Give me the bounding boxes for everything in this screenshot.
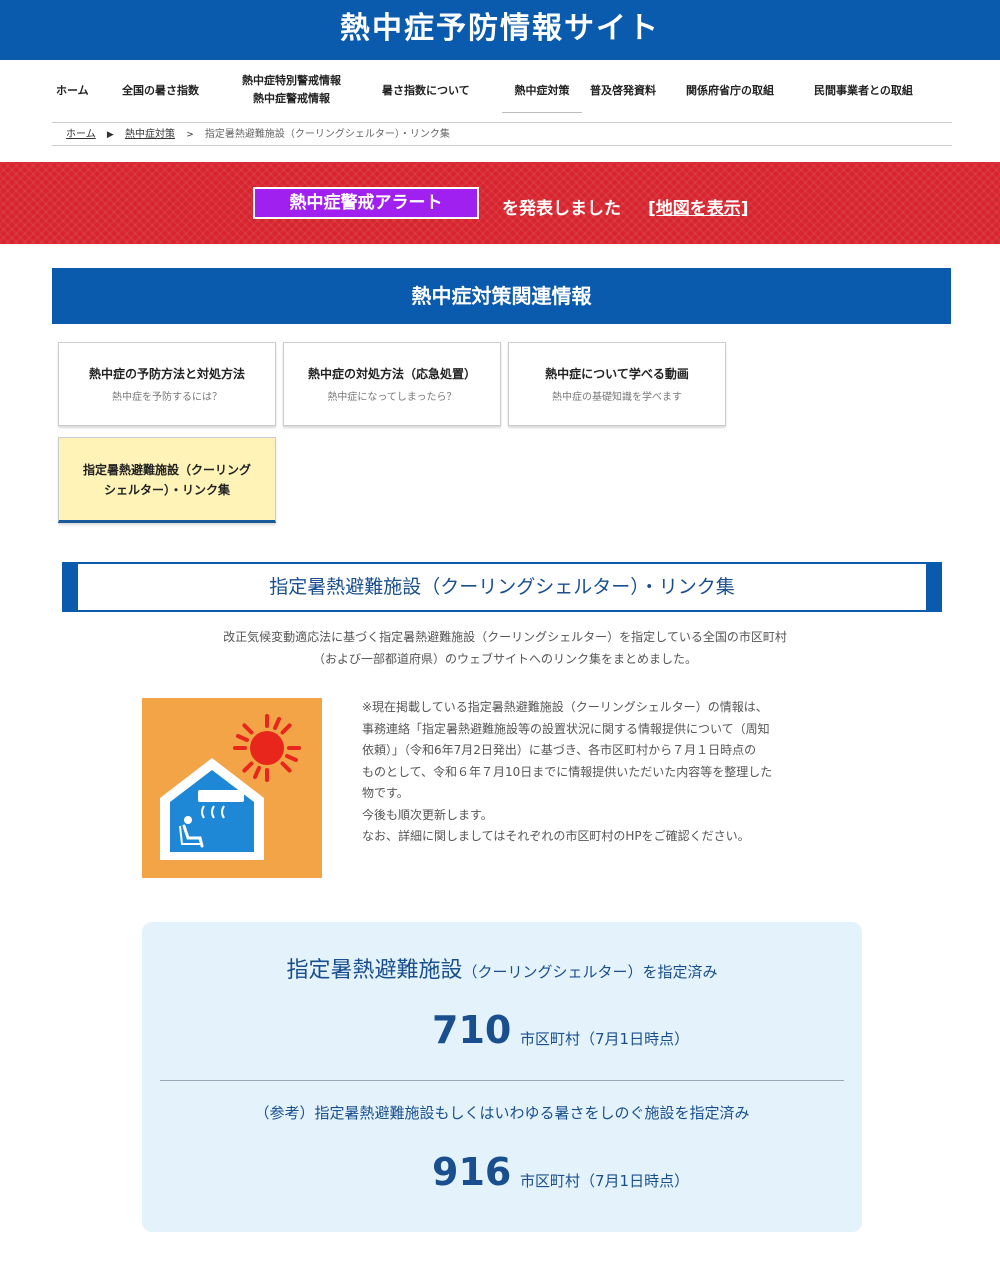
card-videos[interactable]: 熱中症について学べる動画 熱中症の基礎知識を学べます	[508, 342, 726, 426]
nav-heatstroke-measures[interactable]: 熱中症対策	[502, 82, 582, 113]
card-title-line2: シェルター）・リンク集	[103, 483, 230, 497]
cooling-shelter-illustration	[160, 714, 301, 860]
breadcrumb-separator: >	[186, 130, 194, 140]
card-title: 指定暑熱避難施設（クーリング シェルター）・リンク集	[59, 460, 275, 500]
breadcrumb-parent[interactable]: 熱中症対策	[125, 129, 175, 140]
card-title: 熱中症について学べる動画	[545, 367, 689, 381]
notes-line: 事務連絡「指定暑熱避難施設等の設置状況に関する情報提供について（周知	[362, 721, 770, 736]
stats-heading-reference: （参考）指定暑熱避難施設もしくはいわゆる暑さをしのぐ施設を指定済み	[254, 1104, 750, 1122]
nav-private-sector[interactable]: 民間事業者との取組	[814, 82, 913, 100]
stats-unit-reference: 市区町村（7月1日時点）	[520, 1172, 690, 1190]
nav-home[interactable]: ホーム	[56, 82, 89, 100]
notes-line: ものとして、令和６年７月10日までに情報提供いただいた内容等を整理した	[362, 764, 773, 779]
notes-line: なお、詳細に関しましてはそれぞれの市区町村のHPをご確認ください。	[362, 829, 750, 843]
card-subtitle: 熱中症になってしまったら？	[327, 392, 457, 403]
breadcrumb: ホーム ▶ 熱中症対策 > 指定暑熱避難施設（クーリングシェルター）・リンク集	[52, 122, 952, 146]
breadcrumb-home[interactable]: ホーム	[66, 129, 96, 140]
stats-panel: 指定暑熱避難施設（クーリングシェルター）を指定済み 710 市区町村（7月1日時…	[142, 922, 862, 1232]
nav-national-wbgt[interactable]: 全国の暑さ指数	[122, 82, 199, 100]
alert-band	[0, 162, 1000, 244]
section-title: 熱中症対策関連情報	[52, 268, 951, 324]
stats-heading-main: 指定暑熱避難施設	[286, 958, 463, 983]
card-title: 熱中症の対処方法（応急処置）	[307, 367, 476, 381]
alert-announced-text: を発表しました	[502, 199, 621, 219]
breadcrumb-current: 指定暑熱避難施設（クーリングシェルター）・リンク集	[204, 129, 450, 140]
card-prevention[interactable]: 熱中症の予防方法と対処方法 熱中症を予防するには？	[58, 342, 276, 426]
intro-line: （および一部都道府県）のウェブサイトへのリンク集をまとめました。	[312, 652, 697, 666]
nav-ministries[interactable]: 関係府省庁の取組	[686, 82, 774, 100]
stats-heading-designated: 指定暑熱避難施設（クーリングシェルター）を指定済み	[142, 952, 862, 984]
page-subheading: 指定暑熱避難施設（クーリングシェルター）・リンク集	[62, 562, 942, 612]
show-map-link[interactable]: [地図を表示]	[648, 194, 749, 219]
cooling-shelter-icon	[142, 698, 322, 878]
card-cooling-shelter[interactable]: 指定暑熱避難施設（クーリング シェルター）・リンク集	[58, 437, 276, 523]
notes-line: 物です。	[362, 786, 409, 800]
nav-heat-alert-info[interactable]: 熱中症特別警戒情報 熱中症警戒情報	[242, 72, 341, 108]
intro-text: 改正気候変動適応法に基づく指定暑熱避難施設（クーリングシェルター）を指定している…	[140, 626, 870, 670]
intro-line: 改正気候変動適応法に基づく指定暑熱避難施設（クーリングシェルター）を指定している…	[223, 630, 787, 644]
nav-about-wbgt[interactable]: 暑さ指数について	[382, 82, 470, 100]
card-subtitle: 熱中症の基礎知識を学べます	[552, 392, 682, 403]
nav-awareness-materials[interactable]: 普及啓発資料	[590, 82, 656, 100]
card-title: 熱中症の予防方法と対処方法	[88, 367, 245, 381]
card-subtitle: 熱中症を予防するには？	[112, 392, 222, 403]
stats-unit-designated: 市区町村（7月1日時点）	[520, 1030, 690, 1048]
breadcrumb-separator: ▶	[106, 130, 114, 140]
nav-heat-alert-info-line1: 熱中症特別警戒情報	[242, 74, 341, 87]
card-first-aid[interactable]: 熱中症の対処方法（応急処置） 熱中症になってしまったら？	[283, 342, 501, 426]
nav-heat-alert-info-line2: 熱中症警戒情報	[253, 92, 330, 105]
stats-count-designated: 710	[432, 1008, 512, 1052]
stats-count-reference: 916	[432, 1150, 512, 1194]
stats-divider	[160, 1080, 844, 1081]
notes-line: ※現在掲載している指定暑熱避難施設（クーリングシェルター）の情報は、	[362, 700, 768, 714]
notes-line: 依頼）」（令和6年7月2日発出）に基づき、各市区町村から７月１日時点の	[362, 743, 757, 757]
stats-heading-sub: （クーリングシェルター）を指定済み	[462, 963, 718, 981]
heat-alert-button[interactable]: 熱中症警戒アラート	[253, 187, 479, 219]
card-title-line1: 指定暑熱避難施設（クーリング	[82, 463, 251, 477]
site-header: 熱中症予防情報サイト	[0, 0, 1000, 62]
notes-line: 今後も順次更新します。	[362, 807, 493, 822]
notes-text: ※現在掲載している指定暑熱避難施設（クーリングシェルター）の情報は、 事務連絡「…	[362, 697, 867, 848]
site-title[interactable]: 熱中症予防情報サイト	[0, 0, 1000, 58]
main-nav: ホーム 全国の暑さ指数 熱中症特別警戒情報 熱中症警戒情報 暑さ指数について 熱…	[52, 64, 952, 120]
